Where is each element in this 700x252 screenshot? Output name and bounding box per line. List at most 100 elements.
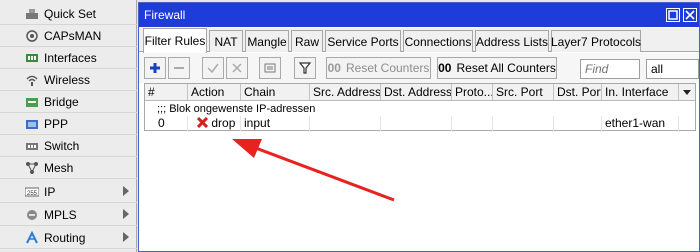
wireless-icon: [25, 73, 39, 87]
check-icon: [207, 63, 219, 74]
sidebar-item-label: CAPsMAN: [44, 28, 102, 43]
sidebar-item-wireless[interactable]: Wireless: [0, 69, 137, 91]
sidebar-item-label: Bridge: [44, 94, 79, 109]
table-row[interactable]: 0 drop input ether1-wan: [145, 116, 695, 131]
cross-icon: [232, 63, 242, 73]
columns-menu-button[interactable]: [679, 84, 695, 101]
sidebar-item-label: Mesh: [44, 160, 74, 175]
window-titlebar[interactable]: Firewall: [139, 3, 699, 27]
sidebar: Quick Set CAPsMAN Interfaces Wireless Br…: [0, 0, 137, 252]
rules-table: # Action Chain Src. Address Dst. Address…: [144, 83, 696, 131]
chevron-down-icon: [683, 90, 691, 95]
reset-all-counters-label: Reset All Counters: [456, 61, 556, 75]
tab-filter-rules[interactable]: Filter Rules: [143, 28, 207, 53]
remove-button[interactable]: [168, 57, 190, 79]
tab-mangle[interactable]: Mangle: [245, 30, 289, 52]
tab-address-lists[interactable]: Address Lists: [475, 30, 549, 52]
filter-select-value: all: [651, 62, 664, 76]
close-icon: [685, 10, 695, 20]
column-header-dst-port[interactable]: Dst. Port: [554, 84, 602, 101]
column-header-dst-address[interactable]: Dst. Address: [381, 84, 452, 101]
toolbar: 00 Reset Counters 00 Reset All Counters …: [139, 53, 699, 83]
sidebar-item-ppp[interactable]: PPP: [0, 113, 137, 135]
sidebar-item-capsman[interactable]: CAPsMAN: [0, 25, 137, 47]
chevron-right-icon: [123, 232, 129, 242]
tab-label: Raw: [294, 34, 319, 49]
tab-label: Mangle: [247, 34, 287, 49]
tab-service-ports[interactable]: Service Ports: [325, 30, 401, 52]
tab-label: Filter Rules: [144, 34, 206, 48]
sidebar-item-switch[interactable]: Switch: [0, 135, 137, 157]
tab-label: Layer7 Protocols: [550, 34, 642, 49]
find-input[interactable]: [580, 59, 640, 79]
quick-set-icon: [25, 7, 39, 21]
mesh-icon: [25, 161, 39, 175]
routing-icon: [25, 230, 39, 245]
comment-icon: [264, 63, 276, 73]
tab-label: Address Lists: [475, 34, 549, 49]
action-label: drop: [211, 116, 236, 130]
cell-src-port: [493, 116, 554, 131]
sidebar-item-interfaces[interactable]: Interfaces: [0, 47, 137, 69]
tab-connections[interactable]: Connections: [403, 30, 473, 52]
cell-dst-port: [554, 116, 602, 131]
reset-counters-label: Reset Counters: [345, 61, 430, 75]
column-header-action[interactable]: Action: [188, 84, 241, 101]
reset-counters-button[interactable]: 00 Reset Counters: [326, 57, 431, 79]
chevron-right-icon: [123, 186, 129, 196]
sidebar-item-label: PPP: [44, 116, 69, 131]
tab-nat[interactable]: NAT: [209, 30, 243, 52]
counter-icon: 00: [327, 61, 341, 75]
tab-layer7-protocols[interactable]: Layer7 Protocols: [551, 30, 641, 52]
tab-label: Connections: [404, 34, 472, 49]
bridge-icon: [25, 95, 39, 109]
switch-icon: [25, 139, 39, 153]
mpls-icon: [25, 208, 39, 222]
sidebar-item-ip[interactable]: 255 IP: [0, 181, 137, 203]
sidebar-item-label: Interfaces: [44, 50, 97, 65]
close-button[interactable]: [683, 8, 697, 22]
sidebar-item-mesh[interactable]: Mesh: [0, 157, 137, 179]
restore-button[interactable]: [666, 8, 680, 22]
svg-text:255: 255: [27, 191, 38, 197]
column-header-src-port[interactable]: Src. Port: [493, 84, 554, 101]
comment-button[interactable]: [259, 57, 281, 79]
column-header-num[interactable]: #: [145, 84, 188, 101]
add-button[interactable]: [144, 57, 166, 79]
tab-raw[interactable]: Raw: [291, 30, 323, 52]
sidebar-item-label: MPLS: [44, 207, 77, 222]
window-title: Firewall: [144, 8, 186, 22]
cell-chain: input: [241, 116, 310, 131]
column-header-src-address[interactable]: Src. Address: [310, 84, 381, 101]
column-header-protocol[interactable]: Proto...: [452, 84, 493, 101]
cell-action: drop: [188, 116, 241, 131]
drop-icon: [196, 116, 209, 129]
sidebar-item-routing[interactable]: Routing: [0, 227, 137, 249]
disable-button[interactable]: [226, 57, 248, 79]
cell-in-interface: ether1-wan: [602, 116, 679, 131]
filter-button[interactable]: [294, 57, 316, 79]
column-header-chain[interactable]: Chain: [241, 84, 310, 101]
cell-dst-address: [381, 116, 452, 131]
sidebar-item-mpls[interactable]: MPLS: [0, 204, 137, 226]
interfaces-icon: [25, 51, 39, 65]
column-header-in-interface[interactable]: In. Interface: [602, 84, 679, 101]
tab-bar: Filter Rules NAT Mangle Raw Service Port…: [139, 28, 699, 53]
sidebar-item-label: IP: [44, 184, 56, 199]
rule-comment: ;;; Blok ongewenste IP-adressen: [157, 103, 316, 115]
reset-all-counters-button[interactable]: 00 Reset All Counters: [437, 57, 557, 79]
table-header: # Action Chain Src. Address Dst. Address…: [145, 84, 695, 101]
counter-icon: 00: [438, 61, 452, 75]
sidebar-item-label: Quick Set: [44, 6, 97, 21]
cell-src-address: [310, 116, 381, 131]
chevron-right-icon: [123, 209, 129, 219]
cell-num: 0: [145, 116, 188, 131]
sidebar-item-bridge[interactable]: Bridge: [0, 91, 137, 113]
filter-select[interactable]: all: [646, 59, 699, 79]
comment-row[interactable]: ;;; Blok ongewenste IP-adressen: [145, 102, 695, 117]
cell-protocol: [452, 116, 493, 131]
ppp-icon: [25, 117, 39, 131]
firewall-window: Firewall Filter Rules NAT Mangle Raw Ser…: [138, 2, 700, 252]
enable-button[interactable]: [202, 57, 224, 79]
sidebar-item-quick-set[interactable]: Quick Set: [0, 3, 137, 25]
